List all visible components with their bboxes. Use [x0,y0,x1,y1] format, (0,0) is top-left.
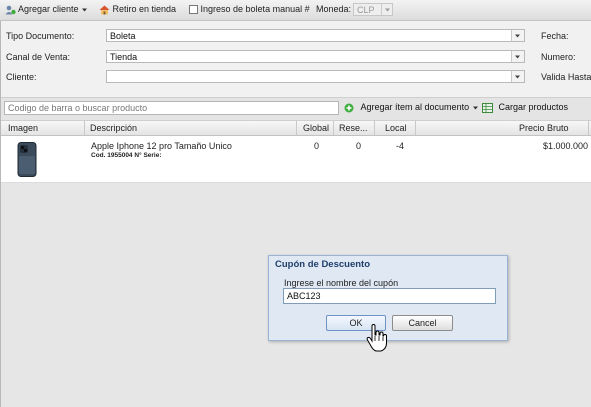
coupon-prompt: Ingrese el nombre del cupón [284,278,399,288]
add-client-label: Agregar cliente [18,4,79,14]
table-row[interactable]: Apple Iphone 12 pro Tamaño Unico Cod. 19… [0,136,591,183]
column-divider[interactable] [296,121,297,135]
window-border [0,21,1,407]
grid-header: Imagen Descripción Global Rese... Local … [0,121,591,136]
column-header-price[interactable]: Precio Bruto [519,123,569,133]
manual-receipt-label: Ingreso de boleta manual # [200,4,310,14]
column-divider[interactable] [415,121,416,135]
chevron-down-icon [82,8,88,12]
coupon-value: ABC123 [287,291,321,301]
chevron-down-icon [385,8,390,12]
number-label: Numero: [541,52,576,62]
column-header-image[interactable]: Imagen [8,123,38,133]
dialog-title: Cupón de Descuento [275,259,371,270]
load-products-label: Cargar productos [498,102,569,112]
product-thumbnail [17,142,37,177]
add-client-menu[interactable]: Agregar cliente [5,4,88,15]
manual-receipt-toggle[interactable]: Ingreso de boleta manual # [189,4,310,15]
channel-label: Canal de Venta: [6,52,71,62]
hand-cursor-icon [366,324,387,352]
doc-type-dropdown-button[interactable] [511,30,524,41]
coupon-input[interactable]: ABC123 [283,288,496,304]
client-dropdown-button[interactable] [511,71,524,82]
product-code: Cod. 1955004 N° Serie: [91,152,162,159]
chevron-down-icon [472,106,478,110]
top-toolbar: Agregar cliente Retiro en tienda Ingreso… [0,0,591,21]
column-header-local[interactable]: Local [385,123,407,133]
doc-type-label: Tipo Documento: [6,31,75,41]
add-item-label: Agregar ítem al documento [360,102,470,112]
column-header-description[interactable]: Descripción [90,123,137,133]
column-header-reserved[interactable]: Rese... [339,123,368,133]
currency-value: CLP [357,5,375,15]
column-divider[interactable] [588,121,589,135]
column-divider[interactable] [333,121,334,135]
add-circle-icon [344,103,354,113]
column-header-global[interactable]: Global [303,123,329,133]
valid-until-label: Valida Hasta [541,72,591,82]
coupon-dialog: Cupón de Descuento Ingrese el nombre del… [268,255,508,341]
channel-dropdown-button[interactable] [511,51,524,62]
doc-type-select[interactable]: Boleta [106,29,525,42]
store-pickup-label: Retiro en tienda [112,4,177,14]
stock-global: 0 [314,141,320,151]
column-divider[interactable] [84,121,85,135]
document-form: Tipo Documento: Boleta Fecha: Canal de V… [0,21,591,98]
store-pickup-button[interactable]: Retiro en tienda [99,4,176,15]
manual-receipt-checkbox[interactable] [189,5,198,15]
client-select[interactable] [106,70,525,83]
gross-price: $1.000.000 [543,141,589,151]
channel-value: Tienda [110,52,138,62]
product-description: Apple Iphone 12 pro Tamaño Unico [91,141,232,151]
ok-label: OK [349,318,363,328]
currency-label: Moneda: [316,4,352,14]
add-item-button[interactable]: Agregar ítem al documento [344,102,479,113]
column-divider[interactable] [374,121,375,135]
client-label: Cliente: [6,72,37,82]
product-search-bar: Codigo de barra o buscar producto Agrega… [0,98,591,121]
spreadsheet-icon [482,102,493,113]
currency-dropdown-button[interactable] [381,4,393,15]
doc-type-value: Boleta [110,31,136,41]
cancel-label: Cancel [408,318,437,328]
search-placeholder: Codigo de barra o buscar producto [8,103,148,113]
currency-select[interactable]: CLP [353,3,393,16]
cancel-button[interactable]: Cancel [392,315,453,331]
chevron-down-icon [515,55,520,59]
product-search-input[interactable]: Codigo de barra o buscar producto [4,101,339,115]
chevron-down-icon [515,34,520,38]
chevron-down-icon [515,75,520,79]
house-icon [99,5,110,15]
stock-local: -4 [396,141,405,151]
user-add-icon [5,5,16,15]
stock-reserved: 0 [356,141,362,151]
load-products-button[interactable]: Cargar productos [482,102,568,113]
channel-select[interactable]: Tienda [106,50,525,63]
date-label: Fecha: [541,31,569,41]
